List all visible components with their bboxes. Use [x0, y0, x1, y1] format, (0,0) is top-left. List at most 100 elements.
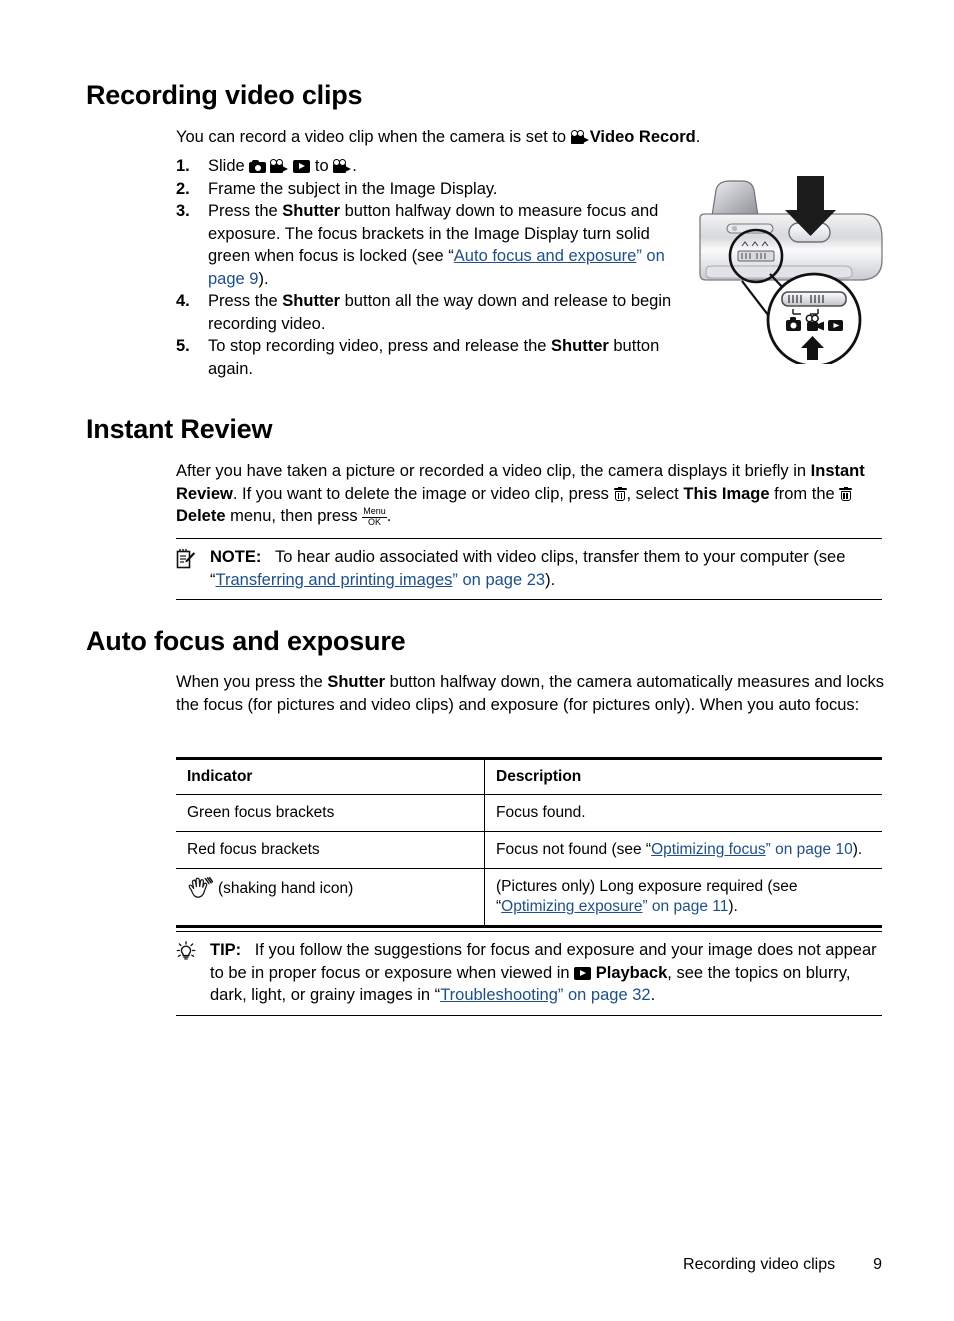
desc-text: Focus found.	[496, 804, 586, 821]
step-3-t1: Press the	[208, 202, 283, 220]
shaking-hand-icon	[187, 877, 213, 899]
heading-instant-review: Instant Review	[86, 414, 273, 444]
step-3-bold-shutter: Shutter	[282, 202, 341, 220]
ir-bold-delete: Delete	[176, 507, 226, 525]
af-bold-shutter: Shutter	[327, 673, 386, 691]
step-1-pre: Slide	[208, 157, 250, 175]
recording-intro-paragraph: You can record a video clip when the cam…	[176, 126, 886, 149]
instant-review-paragraph: After you have taken a picture or record…	[176, 460, 886, 528]
step-number: 5.	[176, 337, 190, 355]
column-header-description: Description	[484, 758, 882, 795]
table-row: Green focus brackets Focus found.	[176, 794, 882, 832]
menu-ok-bottom-label: OK	[362, 516, 387, 528]
playback-icon	[574, 966, 592, 980]
menu-ok-top-label: Menu	[363, 506, 386, 516]
recording-steps-list: 1. Slide to . 2. Frame the subject in the …	[176, 155, 676, 380]
cell-indicator: Green focus brackets	[176, 794, 485, 832]
ir-t2: . If you want to delete the image or vid…	[232, 484, 614, 503]
camera-zoom-knob	[732, 226, 737, 231]
list-item-step-2: 2. Frame the subject in the Image Display…	[176, 178, 676, 201]
document-page: Recording video clips You can record a v…	[0, 0, 954, 1321]
list-item-step-3: 3. Press the Shutter button halfway down …	[176, 200, 676, 290]
desc-text: Focus not found (see “	[496, 841, 652, 858]
link-optimizing-exposure[interactable]: Optimizing exposure	[501, 898, 642, 915]
still-camera-icon	[249, 160, 267, 173]
step-number: 1.	[176, 157, 190, 175]
note-callout: NOTE: To hear audio associated with vide…	[176, 538, 882, 600]
mode-icon-playback	[828, 320, 843, 331]
camera-top-view-illustration	[694, 168, 888, 368]
footer-section-title: Recording video clips	[683, 1256, 836, 1273]
lightbulb-icon	[176, 941, 196, 962]
camera-lens-barrel	[711, 180, 759, 217]
step-number: 4.	[176, 292, 190, 310]
table-row: (shaking hand icon) (Pictures only) Long…	[176, 868, 882, 928]
video-camera-icon	[570, 130, 590, 144]
table-row: Red focus brackets Focus not found (see …	[176, 831, 882, 869]
ir-t4: from the	[769, 484, 840, 503]
mode-switch-small	[737, 250, 775, 262]
step-4-bold-shutter: Shutter	[282, 292, 341, 310]
indicator-caption: (shaking hand icon)	[218, 880, 354, 897]
table-header: Indicator Description	[176, 758, 882, 795]
ir-t6: .	[386, 507, 392, 525]
link-optimizing-focus[interactable]: Optimizing focus	[651, 841, 766, 858]
step-number: 3.	[176, 202, 190, 220]
step-5-bold-shutter: Shutter	[551, 337, 609, 355]
ir-t1: After you have taken a picture or record…	[176, 462, 811, 480]
link-transferring-and-printing-images[interactable]: Transferring and printing images	[216, 571, 453, 589]
cell-description: Focus not found (see “Optimizing focus” …	[484, 831, 882, 869]
desc-page-ref: ” on page 10	[765, 841, 853, 858]
cell-indicator: (shaking hand icon)	[176, 868, 485, 928]
menu-ok-button-icon: Menu OK	[362, 507, 387, 527]
cell-description: Focus found.	[484, 794, 882, 832]
video-camera-icon	[270, 159, 289, 173]
playback-icon	[293, 160, 311, 173]
note-t3: ).	[545, 570, 556, 589]
table-header-row: Indicator Description	[176, 758, 882, 795]
step-1-post: .	[352, 157, 357, 175]
tip-page-ref: ” on page 32	[557, 986, 651, 1004]
recording-intro-text-after: .	[695, 128, 701, 146]
desc-page-ref: ” on page 11	[642, 898, 729, 915]
tip-label: TIP:	[210, 941, 242, 959]
cell-description: (Pictures only) Long exposure required (…	[484, 868, 882, 928]
heading-auto-focus-and-exposure: Auto focus and exposure	[86, 626, 406, 656]
notepad-pencil-icon	[176, 548, 196, 569]
desc-text-end: ).	[852, 841, 863, 858]
tip-bold-playback: Playback	[595, 963, 668, 982]
desc-text-end: ).	[728, 898, 738, 915]
link-auto-focus-and-exposure[interactable]: Auto focus and exposure	[454, 247, 637, 265]
recording-intro-text-before: You can record a video clip when the cam…	[176, 128, 571, 146]
ir-t5: menu, then press	[225, 507, 363, 525]
step-number: 2.	[176, 179, 190, 198]
video-camera-icon	[333, 159, 352, 173]
step-2-text: Frame the subject in the Image Display.	[208, 179, 498, 198]
list-item-step-5: 5. To stop recording video, press and rel…	[176, 335, 676, 380]
note-page-ref: ” on page 23	[452, 570, 546, 589]
column-header-indicator: Indicator	[176, 758, 485, 795]
auto-focus-paragraph: When you press the Shutter button halfwa…	[176, 671, 886, 716]
heading-recording-video-clips: Recording video clips	[86, 80, 363, 110]
page-footer: Recording video clips 9	[683, 1256, 882, 1274]
step-1-mid: to	[310, 157, 334, 175]
trash-icon	[613, 486, 627, 502]
step-4-t1: Press the	[208, 292, 283, 310]
step-3-t4: ).	[258, 269, 269, 288]
note-label: NOTE:	[210, 548, 262, 566]
ir-t3: , select	[626, 484, 684, 503]
trash-icon	[839, 486, 853, 502]
cell-indicator: Red focus brackets	[176, 831, 485, 869]
list-item-step-4: 4. Press the Shutter button all the way d…	[176, 290, 676, 335]
table-body: Green focus brackets Focus found. Red fo…	[176, 794, 882, 928]
af-t1: When you press the	[176, 673, 328, 691]
link-troubleshooting[interactable]: Troubleshooting	[440, 986, 558, 1004]
mode-slider-track	[781, 291, 847, 307]
footer-page-number: 9	[873, 1256, 882, 1273]
tip-callout: TIP: If you follow the suggestions for f…	[176, 931, 882, 1016]
list-item-step-1: 1. Slide to .	[176, 155, 676, 178]
tip-t4: .	[650, 986, 656, 1004]
recording-intro-bold: Video Record	[589, 128, 696, 146]
step-5-t1: To stop recording video, press and relea…	[208, 337, 552, 355]
indicators-table: Indicator Description Green focus bracke…	[176, 757, 882, 928]
